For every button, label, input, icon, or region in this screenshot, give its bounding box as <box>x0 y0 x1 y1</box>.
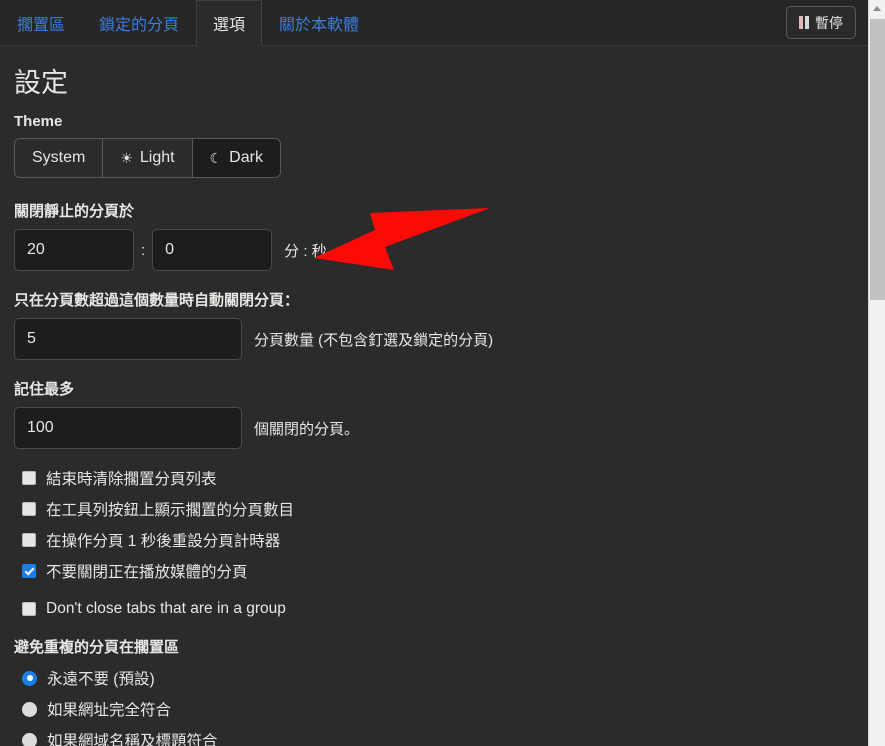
max-remember-row: 個關閉的分頁。 <box>14 407 854 450</box>
checkbox-never-close-grouped-tabs[interactable]: Don't close tabs that are in a group <box>14 600 854 618</box>
checkbox-reset-timer-on-interaction[interactable]: 在操作分頁 1 秒後重設分頁計時器 <box>14 529 854 551</box>
radio-label: 如果網址完全符合 <box>47 702 172 720</box>
idle-seconds-input[interactable] <box>152 229 273 272</box>
vertical-scrollbar[interactable] <box>868 0 885 746</box>
settings-content: 設定 Theme System ☀ Light ☾ Dark 關閉靜止的分頁於 … <box>0 46 868 746</box>
idle-minutes-input[interactable] <box>14 229 134 272</box>
dedupe-section-label: 避免重複的分頁在擱置區 <box>14 639 180 657</box>
checkbox-show-badge-count[interactable]: 在工具列按鈕上顯示擱置的分頁數目 <box>14 498 854 520</box>
page-title: 設定 <box>14 68 68 98</box>
min-tabs-unit: 分頁數量 (不包含釘選及鎖定的分頁) <box>254 331 494 349</box>
theme-option-label: System <box>32 149 86 167</box>
theme-section-label: Theme <box>14 113 63 131</box>
tab-bar: 擱置區 鎖定的分頁 選項 關於本軟體 暫停 <box>0 0 868 46</box>
checkbox-label: Don't close tabs that are in a group <box>46 600 286 618</box>
theme-option-system[interactable]: System <box>15 139 104 178</box>
checkbox-icon[interactable] <box>22 533 36 548</box>
checkbox-label: 在操作分頁 1 秒後重設分頁計時器 <box>46 533 281 551</box>
checkbox-list: 結束時清除擱置分頁列表 在工具列按鈕上顯示擱置的分頁數目 在操作分頁 1 秒後重… <box>14 467 854 618</box>
idle-timeout-unit: 分 : 秒 <box>284 242 327 260</box>
tab-about[interactable]: 關於本軟體 <box>262 0 376 45</box>
moon-icon: ☾ <box>209 150 223 167</box>
theme-button-group: System ☀ Light ☾ Dark <box>14 138 281 179</box>
checkbox-clear-list-on-quit[interactable]: 結束時清除擱置分頁列表 <box>14 467 854 489</box>
sun-icon: ☀ <box>120 150 133 167</box>
checkbox-label: 結束時清除擱置分頁列表 <box>46 471 217 489</box>
radio-label: 永遠不要 (預設) <box>47 671 155 689</box>
min-tabs-label: 只在分頁數超過這個數量時自動關閉分頁： <box>14 292 300 310</box>
tab-locked-tabs[interactable]: 鎖定的分頁 <box>82 0 196 45</box>
radio-dedupe-domain-and-title[interactable]: 如果網域名稱及標題符合 <box>14 729 854 746</box>
pause-icon <box>799 16 809 29</box>
tab-list: 擱置區 鎖定的分頁 選項 關於本軟體 <box>0 0 376 46</box>
theme-option-label: Light <box>139 149 175 167</box>
checkbox-icon[interactable] <box>22 471 36 486</box>
dedupe-radio-list: 永遠不要 (預設) 如果網址完全符合 如果網域名稱及標題符合 <box>14 667 854 746</box>
radio-dedupe-exact-url[interactable]: 如果網址完全符合 <box>14 698 854 720</box>
theme-option-light[interactable]: ☀ Light <box>103 139 193 178</box>
checkbox-icon[interactable] <box>22 564 36 579</box>
scrollbar-thumb[interactable] <box>870 19 885 300</box>
tab-label: 擱置區 <box>17 17 66 34</box>
min-tabs-input[interactable] <box>14 318 242 361</box>
tab-settings[interactable]: 選項 <box>196 0 263 46</box>
radio-icon[interactable] <box>22 670 37 686</box>
radio-icon[interactable] <box>22 732 37 746</box>
idle-timeout-label: 關閉靜止的分頁於 <box>14 203 135 221</box>
radio-icon[interactable] <box>22 701 37 717</box>
scroll-up-arrow-icon[interactable] <box>869 0 885 17</box>
tab-label: 關於本軟體 <box>279 17 360 34</box>
checkbox-icon[interactable] <box>22 502 36 517</box>
radio-dedupe-never[interactable]: 永遠不要 (預設) <box>14 667 854 689</box>
max-remember-unit: 個關閉的分頁。 <box>254 420 360 438</box>
radio-label: 如果網域名稱及標題符合 <box>47 733 218 746</box>
theme-option-dark[interactable]: ☾ Dark <box>192 139 280 178</box>
checkbox-never-suspend-playing-media[interactable]: 不要關閉正在播放媒體的分頁 <box>14 560 854 582</box>
checkbox-label: 在工具列按鈕上顯示擱置的分頁數目 <box>46 502 295 520</box>
tab-tab-list[interactable]: 擱置區 <box>0 0 82 45</box>
pause-button-label: 暫停 <box>815 14 843 31</box>
idle-timeout-row: : 分 : 秒 <box>14 229 854 272</box>
max-remember-label: 記住最多 <box>14 381 75 399</box>
theme-option-label: Dark <box>229 149 263 167</box>
app-root: 擱置區 鎖定的分頁 選項 關於本軟體 暫停 設定 Theme System ☀ … <box>0 0 868 746</box>
checkbox-label: 不要關閉正在播放媒體的分頁 <box>46 564 248 582</box>
tab-label: 選項 <box>213 17 246 34</box>
pause-button[interactable]: 暫停 <box>786 6 856 39</box>
checkbox-icon[interactable] <box>22 602 36 617</box>
min-tabs-row: 分頁數量 (不包含釘選及鎖定的分頁) <box>14 318 854 361</box>
tab-label: 鎖定的分頁 <box>99 17 180 34</box>
time-separator: : <box>141 241 146 259</box>
max-remember-input[interactable] <box>14 407 242 450</box>
